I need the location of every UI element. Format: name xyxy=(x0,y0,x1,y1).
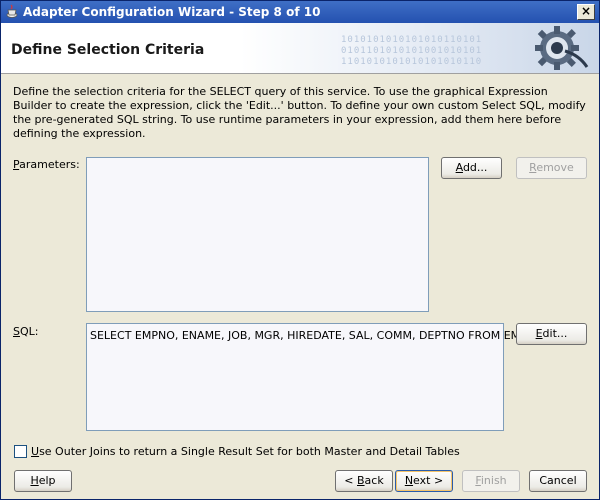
sql-text: SELECT EMPNO, ENAME, JOB, MGR, HIREDATE,… xyxy=(90,329,527,342)
cancel-button[interactable]: Cancel xyxy=(529,470,587,492)
remove-button[interactable]: Remove xyxy=(516,157,587,179)
parameters-list[interactable] xyxy=(86,157,429,312)
description-text: Define the selection criteria for the SE… xyxy=(13,85,586,140)
add-button[interactable]: Add... xyxy=(441,157,502,179)
java-cup-icon xyxy=(5,4,19,22)
wizard-header: Define Selection Criteria 10101010101010… xyxy=(1,23,599,74)
binary-pattern: 1010101010101010110101 01011010101010010… xyxy=(341,35,483,67)
title-bar[interactable]: Adapter Configuration Wizard - Step 8 of… xyxy=(1,1,599,23)
sql-label: SQL: xyxy=(13,325,39,338)
help-button[interactable]: Help xyxy=(14,470,72,492)
parameters-label: Parameters: xyxy=(13,158,80,171)
edit-button[interactable]: Edit... xyxy=(516,323,587,345)
window-title: Adapter Configuration Wizard - Step 8 of… xyxy=(23,5,321,19)
next-button[interactable]: Next > xyxy=(395,470,453,492)
back-button[interactable]: < Back xyxy=(335,470,393,492)
outer-joins-label[interactable]: Use Outer Joins to return a Single Resul… xyxy=(31,445,460,458)
finish-button[interactable]: Finish xyxy=(462,470,520,492)
outer-joins-checkbox[interactable] xyxy=(14,445,27,458)
sql-textarea[interactable]: SELECT EMPNO, ENAME, JOB, MGR, HIREDATE,… xyxy=(86,323,527,431)
close-icon: × xyxy=(580,4,592,18)
gear-icon xyxy=(527,25,591,74)
wizard-window: Adapter Configuration Wizard - Step 8 of… xyxy=(0,0,600,500)
page-title: Define Selection Criteria xyxy=(11,42,205,58)
close-button[interactable]: × xyxy=(577,4,595,20)
